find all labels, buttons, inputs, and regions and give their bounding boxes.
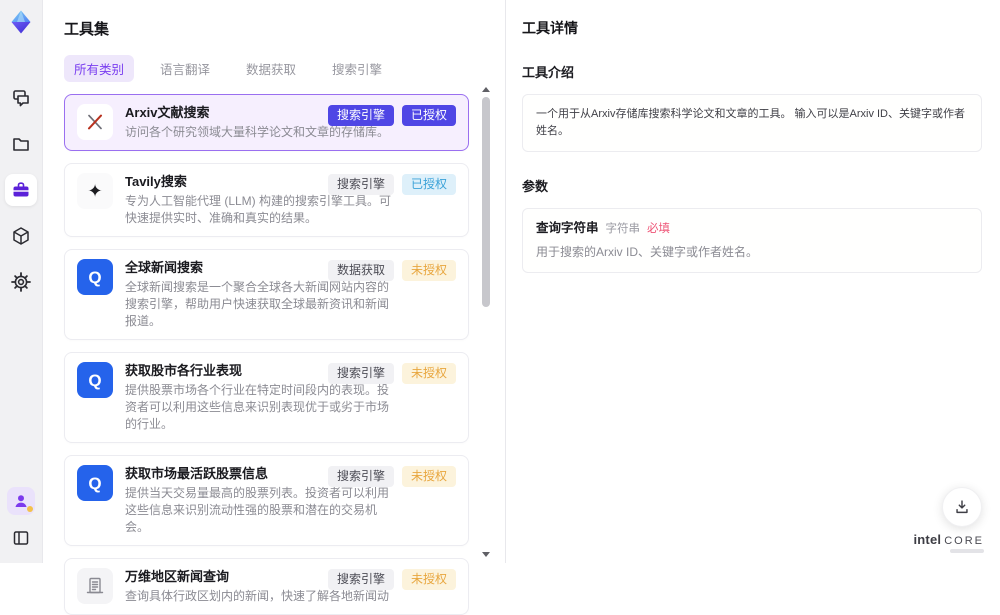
auth-status-tag: 未授权 bbox=[401, 260, 456, 281]
toolbox-icon bbox=[11, 180, 31, 200]
page-title: 工具集 bbox=[64, 21, 110, 38]
global-news-logo-icon: Q bbox=[77, 259, 113, 295]
intel-logo-sub-badge bbox=[950, 549, 984, 553]
param-description: 用于搜索的Arxiv ID、关键字或作者姓名。 bbox=[536, 245, 759, 259]
detail-title: 工具详情 bbox=[522, 20, 578, 36]
tab-1[interactable]: 语言翻译 bbox=[150, 55, 220, 82]
active-stocks-logo-icon: Q bbox=[77, 465, 113, 501]
tavily-star-icon: ✦ bbox=[77, 173, 113, 209]
sidebar-item-chat[interactable] bbox=[5, 82, 37, 114]
regional-news-icon bbox=[77, 568, 113, 604]
category-tag: 搜索引擎 bbox=[327, 105, 394, 126]
list-scrollbar[interactable] bbox=[481, 85, 491, 559]
tool-description: 提供股票市场各个行业在特定时间段内的表现。投资者可以利用这些信息来识别表现优于或… bbox=[125, 383, 390, 431]
category-tag: 数据获取 bbox=[327, 260, 394, 281]
tab-2[interactable]: 数据获取 bbox=[236, 55, 306, 82]
auth-status-tag: 已授权 bbox=[401, 105, 456, 126]
category-tag: 搜索引擎 bbox=[327, 174, 394, 195]
tool-card[interactable]: Q 获取股市各行业表现 提供股票市场各个行业在特定时间段内的表现。投资者可以利用这些… bbox=[64, 352, 469, 443]
tool-description: 访问各个研究领域大量科学论文和文章的存储库。 bbox=[125, 125, 390, 139]
settings-icon bbox=[11, 272, 31, 292]
panel-toggle-icon bbox=[12, 529, 30, 547]
param-type: 字符串 bbox=[605, 223, 641, 235]
param-box: 查询字符串 字符串 必填 用于搜索的Arxiv ID、关键字或作者姓名。 bbox=[522, 208, 982, 273]
download-icon bbox=[953, 498, 971, 516]
category-tag: 搜索引擎 bbox=[327, 466, 394, 487]
core-logo-text: CORE bbox=[944, 535, 984, 547]
auth-status-tag: 未授权 bbox=[401, 569, 456, 590]
tool-description: 专为人工智能代理 (LLM) 构建的搜索引擎工具。可快速提供实时、准确和真实的结… bbox=[125, 194, 392, 225]
scrollbar-down-arrow[interactable] bbox=[482, 552, 490, 557]
tool-description: 查询具体行政区划内的新闻，快速了解各地新闻动 bbox=[125, 589, 390, 603]
intel-core-logo: intel CORE bbox=[913, 532, 984, 553]
tool-card[interactable]: Q 全球新闻搜索 全球新闻搜索是一个聚合全球各大新闻网站内容的搜索引擎，帮助用户快速… bbox=[64, 249, 469, 340]
scrollbar-up-arrow[interactable] bbox=[482, 87, 490, 92]
intro-heading: 工具介绍 bbox=[522, 65, 575, 80]
scrollbar-thumb[interactable] bbox=[482, 97, 490, 307]
tab-0[interactable]: 所有类别 bbox=[64, 55, 135, 82]
params-heading: 参数 bbox=[522, 179, 549, 194]
sidebar-item-models[interactable] bbox=[5, 220, 37, 252]
intel-logo-text: intel bbox=[913, 532, 942, 547]
sidebar-item-settings[interactable] bbox=[5, 266, 37, 298]
tool-card[interactable]: Arxiv文献搜索 访问各个研究领域大量科学论文和文章的存储库。 搜索引擎 已授权 bbox=[64, 94, 469, 151]
intro-text: 一个用于从Arxiv存储库搜索科学论文和文章的工具。 输入可以是Arxiv ID… bbox=[536, 108, 965, 137]
download-button[interactable] bbox=[942, 487, 982, 527]
param-name: 查询字符串 bbox=[536, 221, 599, 235]
chat-icon bbox=[11, 88, 31, 108]
auth-status-tag: 未授权 bbox=[401, 363, 456, 384]
left-sidebar bbox=[0, 0, 43, 563]
tool-detail-panel: 工具详情 工具介绍 一个用于从Arxiv存储库搜索科学论文和文章的工具。 输入可… bbox=[505, 0, 1000, 563]
param-required-badge: 必填 bbox=[647, 223, 671, 235]
intro-box: 一个用于从Arxiv存储库搜索科学论文和文章的工具。 输入可以是Arxiv ID… bbox=[522, 94, 982, 152]
auth-status-tag: 已授权 bbox=[401, 174, 456, 195]
cube-icon bbox=[11, 226, 31, 246]
tool-card[interactable]: Q 获取市场最活跃股票信息 提供当天交易量最高的股票列表。投资者可以利用这些信息来识… bbox=[64, 455, 469, 546]
tool-description: 全球新闻搜索是一个聚合全球各大新闻网站内容的搜索引擎，帮助用户快速获取全球最新资… bbox=[125, 280, 390, 328]
tool-card[interactable]: ✦ Tavily搜索 专为人工智能代理 (LLM) 构建的搜索引擎工具。可快速提供实… bbox=[64, 163, 469, 237]
arxiv-logo-icon bbox=[77, 104, 113, 140]
status-dot bbox=[27, 506, 33, 512]
tool-list-panel: 工具集 所有类别 语言翻译 数据获取 搜索引擎 Arxiv文献搜索 访问各个研究领域大量… bbox=[42, 0, 505, 615]
tool-card[interactable]: 万维地区新闻查询 查询具体行政区划内的新闻，快速了解各地新闻动 搜索引擎 未授权 bbox=[64, 558, 469, 615]
auth-status-tag: 未授权 bbox=[401, 466, 456, 487]
user-avatar[interactable] bbox=[7, 487, 35, 515]
tool-list: Arxiv文献搜索 访问各个研究领域大量科学论文和文章的存储库。 搜索引擎 已授权 ✦ T… bbox=[64, 94, 469, 615]
category-tabs: 所有类别 语言翻译 数据获取 搜索引擎 bbox=[64, 55, 469, 82]
sidebar-item-tools[interactable] bbox=[5, 174, 37, 206]
sidebar-collapse-button[interactable] bbox=[8, 525, 34, 551]
tool-description: 提供当天交易量最高的股票列表。投资者可以利用这些信息来识别流动性强的股票和潜在的… bbox=[125, 486, 390, 534]
category-tag: 搜索引擎 bbox=[327, 569, 394, 590]
folder-icon bbox=[11, 134, 31, 154]
app-logo[interactable] bbox=[7, 8, 35, 36]
sidebar-item-files[interactable] bbox=[5, 128, 37, 160]
tab-3[interactable]: 搜索引擎 bbox=[322, 55, 392, 82]
category-tag: 搜索引擎 bbox=[327, 363, 394, 384]
stock-sector-logo-icon: Q bbox=[77, 362, 113, 398]
